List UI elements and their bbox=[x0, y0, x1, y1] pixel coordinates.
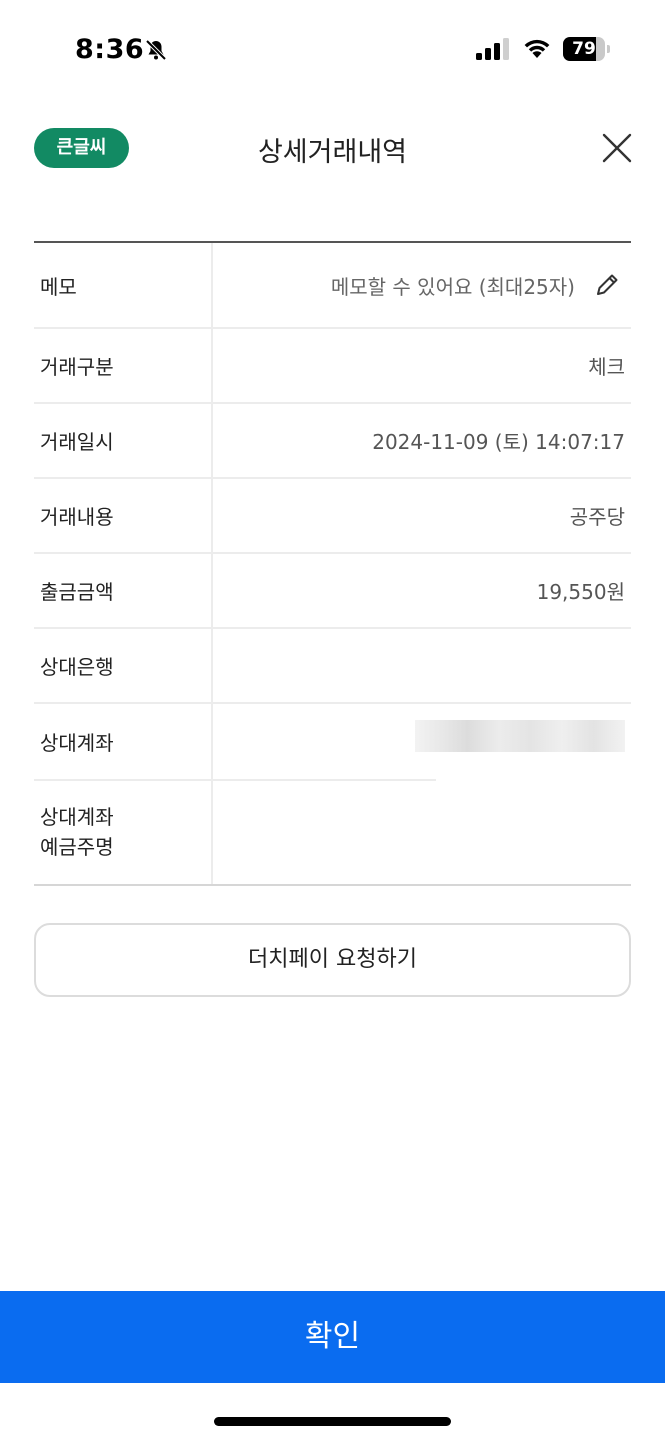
pencil-icon[interactable] bbox=[593, 271, 621, 299]
blurred-account-number bbox=[415, 719, 625, 752]
memo-input[interactable]: 메모할 수 있어요 (최대25자) bbox=[213, 243, 631, 327]
withdrawal-amount-label: 출금금액 bbox=[34, 554, 213, 627]
counterparty-account-row: 상대계좌 bbox=[34, 704, 631, 781]
transaction-content-value: 공주당 bbox=[569, 505, 625, 529]
header: 큰글씨 상세거래내역 bbox=[0, 110, 665, 190]
account-holder-row: 상대계좌 예금주명 bbox=[34, 779, 631, 884]
counterparty-bank-label: 상대은행 bbox=[34, 629, 213, 702]
transaction-datetime-row: 거래일시 2024-11-09 (토) 14:07:17 bbox=[34, 404, 631, 479]
account-holder-label-line2: 예금주명 bbox=[40, 834, 114, 859]
battery-cap bbox=[607, 45, 610, 53]
counterparty-bank-value bbox=[213, 629, 631, 702]
status-bar: 8:36 79 bbox=[0, 0, 665, 100]
close-icon[interactable] bbox=[601, 132, 633, 164]
withdrawal-amount-row: 출금금액 19,550원 bbox=[34, 554, 631, 629]
memo-placeholder: 메모할 수 있어요 (최대25자) bbox=[330, 274, 575, 299]
battery-icon: 79 bbox=[563, 37, 611, 61]
transaction-content-row: 거래내용 공주당 bbox=[34, 479, 631, 554]
dutch-pay-request-button[interactable]: 더치페이 요청하기 bbox=[34, 923, 631, 997]
transaction-type-label: 거래구분 bbox=[34, 329, 213, 402]
detail-screen: 8:36 79 큰글씨 상세거래내역 메모 메모할 수 있어요 (최대25자) … bbox=[0, 0, 665, 1440]
battery-body: 79 bbox=[563, 37, 605, 61]
transaction-type-row: 거래구분 체크 bbox=[34, 329, 631, 404]
account-holder-value bbox=[213, 779, 631, 884]
withdrawal-amount-value: 19,550원 bbox=[536, 580, 625, 604]
bell-slash-icon bbox=[145, 39, 167, 61]
page-title: 상세거래내역 bbox=[257, 137, 408, 168]
memo-row[interactable]: 메모 메모할 수 있어요 (최대25자) bbox=[34, 243, 631, 329]
home-indicator bbox=[214, 1417, 451, 1426]
status-time: 8:36 bbox=[75, 34, 145, 65]
confirm-button[interactable]: 확인 bbox=[0, 1291, 665, 1383]
account-holder-label-line1: 상대계좌 bbox=[40, 804, 114, 829]
signal-icon bbox=[476, 38, 509, 60]
counterparty-account-label: 상대계좌 bbox=[34, 704, 213, 779]
memo-label: 메모 bbox=[34, 243, 213, 327]
transaction-content-label: 거래내용 bbox=[34, 479, 213, 552]
counterparty-account-value bbox=[213, 704, 631, 779]
battery-level: 79 bbox=[572, 39, 596, 59]
transaction-type-value: 체크 bbox=[588, 355, 625, 379]
transaction-detail-table: 메모 메모할 수 있어요 (최대25자) 거래구분 체크 거래일시 2024-1… bbox=[34, 241, 631, 886]
counterparty-bank-row: 상대은행 bbox=[34, 629, 631, 704]
account-holder-label: 상대계좌 예금주명 bbox=[34, 779, 213, 884]
transaction-datetime-label: 거래일시 bbox=[34, 404, 213, 477]
wifi-icon bbox=[524, 39, 550, 58]
transaction-datetime-value: 2024-11-09 (토) 14:07:17 bbox=[372, 430, 625, 454]
